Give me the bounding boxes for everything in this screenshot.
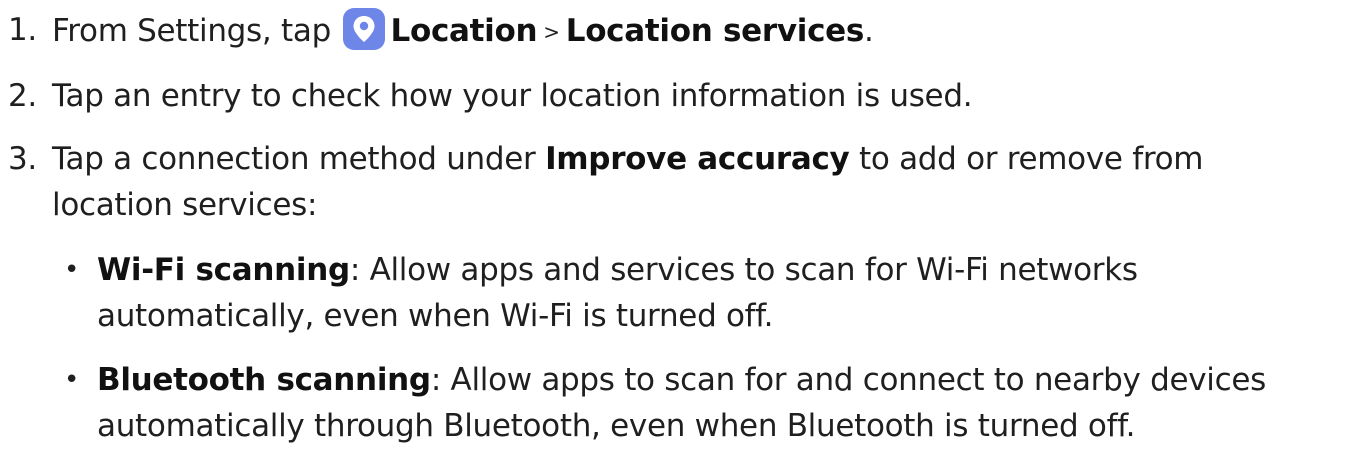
bullet-text: Wi-Fi scanning: Allow apps and services …	[97, 248, 1342, 293]
bullet-text: Bluetooth scanning: Allow apps to scan f…	[97, 358, 1342, 403]
step-number: 2.	[8, 78, 37, 114]
step-number: 1.	[8, 12, 37, 48]
step-1-post: .	[864, 13, 874, 49]
improve-accuracy-label: Improve accuracy	[545, 141, 850, 177]
step-text: From Settings, tap Location > Location ser…	[52, 8, 1337, 55]
bullet-line-1: Allow apps to scan for and connect to ne…	[440, 362, 1267, 398]
step-text: Tap a connection method under Improve ac…	[52, 137, 1337, 182]
bullet-title: Bluetooth scanning	[97, 362, 431, 398]
step-number: 3.	[8, 141, 37, 177]
step-text: Tap an entry to check how your location …	[52, 78, 973, 114]
bullet-dot-icon: •	[64, 365, 80, 395]
step-3-post: to add or remove from	[849, 141, 1204, 177]
step-1-pre: From Settings, tap	[52, 13, 341, 49]
path-separator: >	[543, 20, 560, 44]
step-text-line-2: location services:	[52, 187, 318, 223]
bullet-line-1: Allow apps and services to scan for Wi-F…	[360, 252, 1139, 288]
bullet-line-2: automatically through Bluetooth, even wh…	[97, 408, 1136, 444]
bullet-colon: :	[349, 252, 361, 288]
location-services-label: Location services	[565, 13, 865, 49]
location-pin-icon	[342, 8, 385, 50]
location-menu-label: Location	[390, 13, 538, 49]
bullet-title: Wi-Fi scanning	[97, 252, 350, 288]
bullet-colon: :	[430, 362, 441, 398]
step-3-pre: Tap a connection method under	[52, 141, 546, 177]
bullet-dot-icon: •	[64, 255, 80, 285]
instructions-document: 1. From Settings, tap Location > Location …	[0, 0, 1352, 451]
bullet-line-2: automatically, even when Wi-Fi is turned…	[97, 298, 774, 334]
